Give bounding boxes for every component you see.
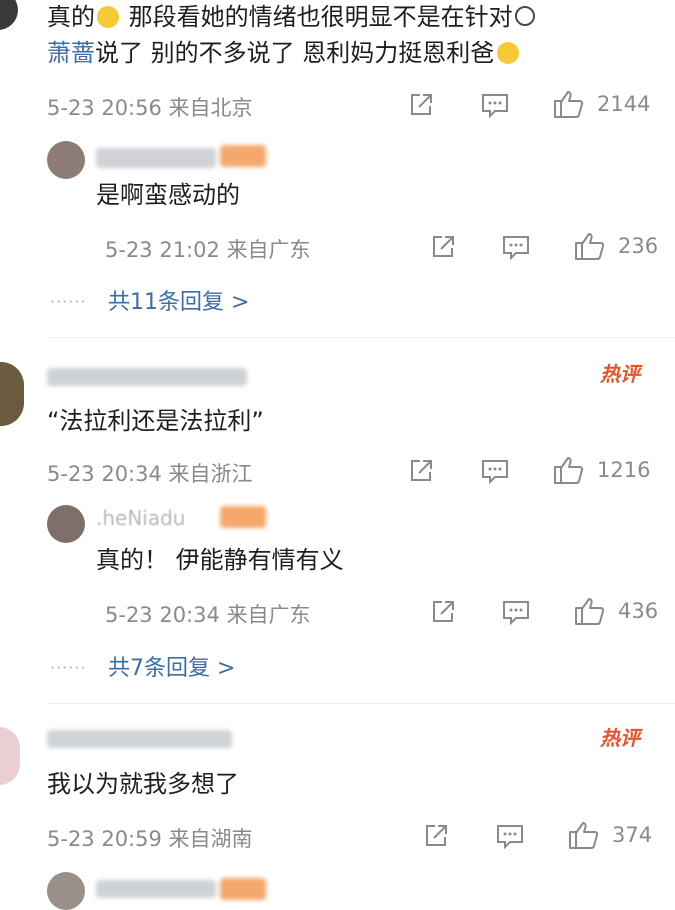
comment-meta: 5-23 20:56 来自北京	[47, 96, 253, 120]
thumbs-up-icon	[554, 91, 584, 118]
more-dots: ······	[50, 292, 87, 311]
comment-meta: 5-23 20:59 来自湖南	[47, 827, 253, 851]
search-icon[interactable]	[514, 6, 535, 26]
like-button[interactable]: 436	[574, 596, 658, 626]
like-count: 1216	[597, 458, 651, 482]
share-icon[interactable]	[408, 92, 434, 118]
avatar[interactable]	[47, 505, 85, 543]
comment-icon[interactable]	[502, 234, 530, 260]
like-count: 436	[618, 599, 659, 623]
reply-text: 是啊蛮感动的	[96, 181, 240, 209]
comment-text: 真的 那段看她的情绪也很明显不是在针对	[47, 2, 535, 32]
comment-icon[interactable]	[496, 823, 524, 849]
like-count: 236	[618, 234, 659, 258]
username-blurred[interactable]	[96, 880, 216, 898]
like-button[interactable]: 374	[568, 820, 652, 850]
avatar[interactable]	[0, 0, 18, 30]
username-blurred[interactable]	[96, 148, 216, 168]
thumbs-up-icon	[575, 233, 605, 260]
like-button[interactable]: 2144	[553, 89, 650, 119]
comment-text: “法拉利还是法拉利”	[47, 407, 264, 435]
share-icon[interactable]	[430, 234, 456, 260]
laugh-emoji-icon	[497, 42, 520, 64]
avatar[interactable]	[0, 362, 24, 426]
hot-comment-badge: 热评	[600, 362, 640, 386]
username-fragment[interactable]: .heNiadu	[96, 506, 185, 530]
laugh-emoji-icon	[97, 6, 119, 28]
view-replies-link[interactable]: 共7条回复 >	[108, 650, 235, 682]
reply-meta: 5-23 21:02 来自广东	[105, 238, 311, 262]
comment-icon[interactable]	[481, 458, 509, 484]
divider	[47, 703, 675, 704]
more-dots: ······	[50, 658, 87, 677]
view-replies-link[interactable]: 共11条回复 >	[108, 284, 249, 316]
comment-icon[interactable]	[481, 92, 509, 118]
comment-icon[interactable]	[502, 599, 530, 625]
share-icon[interactable]	[408, 458, 434, 484]
avatar[interactable]	[47, 872, 85, 910]
share-icon[interactable]	[430, 599, 456, 625]
comment-meta: 5-23 20:34 来自浙江	[47, 462, 253, 486]
avatar[interactable]	[47, 141, 85, 179]
username-blurred[interactable]	[47, 730, 232, 748]
like-count: 374	[612, 823, 653, 847]
avatar[interactable]	[0, 727, 20, 785]
thumbs-up-icon	[569, 822, 599, 849]
mention-link[interactable]: 萧蔷	[47, 39, 95, 67]
like-button[interactable]: 1216	[553, 455, 650, 485]
divider	[47, 337, 675, 338]
user-badge	[220, 506, 266, 528]
hot-comment-badge: 热评	[600, 726, 640, 750]
username-blurred[interactable]	[47, 368, 247, 386]
reply-text: 真的！ 伊能静有情有义	[96, 546, 344, 574]
reply-meta: 5-23 20:34 来自广东	[105, 603, 311, 627]
user-badge	[220, 145, 266, 167]
thumbs-up-icon	[575, 598, 605, 625]
user-badge	[220, 878, 266, 900]
like-count: 2144	[597, 92, 651, 116]
comment-text-line2: 萧蔷说了 别的不多说了 恩利妈力挺恩利爸	[47, 38, 520, 68]
thumbs-up-icon	[554, 457, 584, 484]
like-button[interactable]: 236	[574, 231, 658, 261]
share-icon[interactable]	[423, 823, 449, 849]
comment-text: 我以为就我多想了	[47, 770, 239, 798]
